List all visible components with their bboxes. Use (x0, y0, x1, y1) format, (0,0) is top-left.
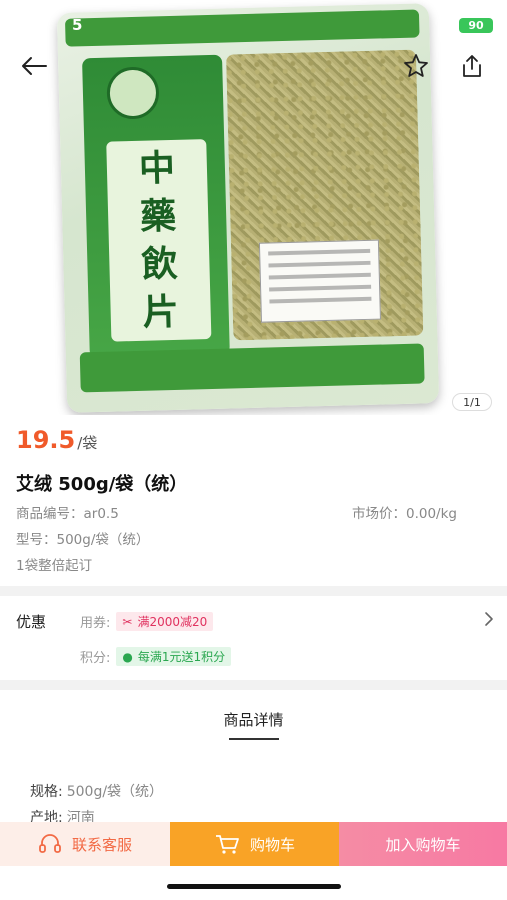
chevron-right-icon[interactable] (482, 611, 496, 627)
star-icon (404, 54, 428, 77)
bottom-action-bar: 联系客服 购物车 加入购物车 (0, 822, 507, 866)
home-indicator (167, 884, 341, 889)
points-tag: ● 每满1元送1积分 (116, 647, 232, 666)
image-page-indicator: 1/1 (452, 393, 492, 411)
coins-icon: ● (122, 649, 133, 664)
cart-icon (215, 835, 239, 854)
section-divider (0, 680, 507, 690)
status-time: 5 (72, 16, 83, 34)
cart-button[interactable]: 购物车 (170, 822, 339, 866)
price-value: 19.5 (16, 426, 76, 454)
share-icon (463, 55, 481, 77)
discount-title: 优惠 (16, 613, 47, 631)
certificate-label (258, 239, 381, 323)
customer-service-button[interactable]: 联系客服 (0, 822, 170, 866)
spec-row: 规格: 500g/袋（统） (30, 784, 164, 800)
add-to-cart-button[interactable]: 加入购物车 (339, 822, 507, 866)
status-bar: 5 90 (0, 0, 507, 40)
arrow-left-icon (22, 57, 47, 75)
minimum-order: 1袋整倍起订 (16, 558, 93, 574)
product-title: 艾绒 500g/袋（统） (16, 474, 188, 495)
section-divider (0, 586, 507, 596)
product-code: 商品编号：ar0.5 (16, 506, 119, 522)
coupon-row[interactable]: 用券: ✂ 满2000减20 (80, 612, 214, 631)
favorite-button[interactable] (396, 46, 436, 86)
price-unit: /袋 (77, 434, 98, 452)
back-button[interactable] (14, 46, 54, 86)
coupon-icon: ✂ (122, 614, 133, 629)
share-button[interactable] (452, 46, 492, 86)
details-title: 商品详情 (223, 711, 284, 729)
price: 19.5/袋 (16, 426, 97, 454)
coupon-tag[interactable]: ✂ 满2000减20 (116, 612, 214, 631)
product-model: 型号：500g/袋（统） (16, 532, 150, 548)
details-underline (229, 738, 279, 740)
package-title: 中 藥 飲 片 (106, 139, 212, 342)
product-package-photo: 中 藥 飲 片 (56, 3, 440, 413)
points-row: 积分: ● 每满1元送1积分 (80, 647, 232, 666)
market-price: 市场价：0.00/kg (352, 506, 457, 522)
headset-icon (39, 834, 61, 853)
battery-icon: 90 (459, 18, 493, 33)
